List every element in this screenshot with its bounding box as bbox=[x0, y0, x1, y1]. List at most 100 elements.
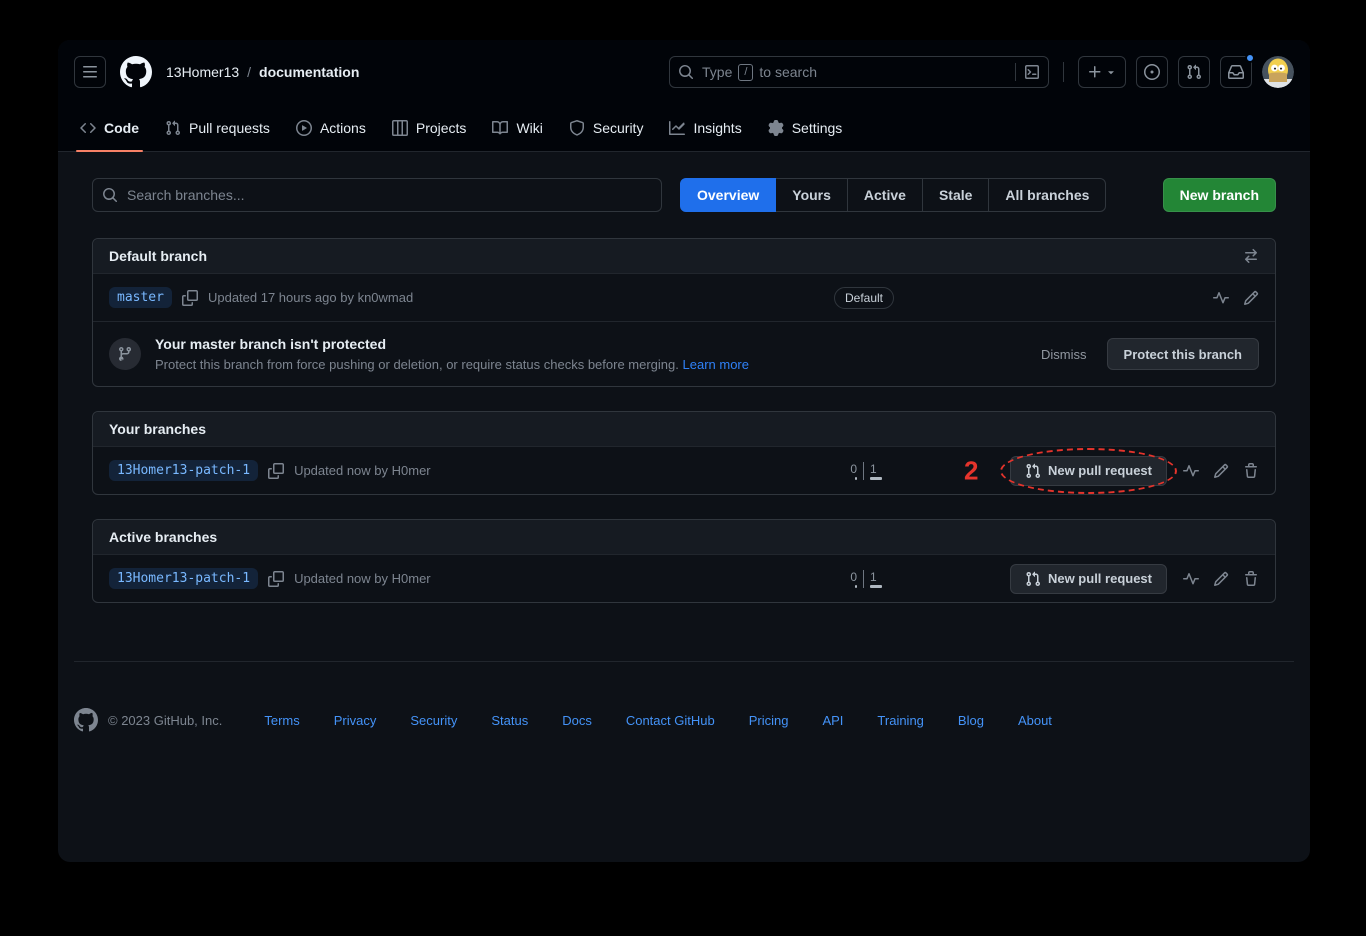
header-divider bbox=[1063, 62, 1064, 82]
rename-branch-button[interactable] bbox=[1213, 463, 1229, 479]
protection-actions: Dismiss Protect this branch bbox=[1041, 338, 1259, 370]
breadcrumb-repo[interactable]: documentation bbox=[259, 64, 359, 80]
delete-branch-button[interactable] bbox=[1243, 571, 1259, 587]
branch-activity-button[interactable] bbox=[1183, 463, 1199, 479]
branch-search-input[interactable] bbox=[92, 178, 662, 212]
copy-branch-name-button[interactable] bbox=[268, 463, 284, 479]
branch-updated-text: Updated now by H0mer bbox=[294, 463, 431, 478]
footer-link-security[interactable]: Security bbox=[410, 713, 457, 728]
branch-name-link[interactable]: 13Homer13-patch-1 bbox=[109, 460, 258, 481]
dismiss-button[interactable]: Dismiss bbox=[1041, 347, 1087, 362]
pencil-icon bbox=[1213, 571, 1229, 587]
delete-branch-button[interactable] bbox=[1243, 463, 1259, 479]
tab-wiki[interactable]: Wiki bbox=[482, 104, 552, 151]
footer-link-pricing[interactable]: Pricing bbox=[749, 713, 789, 728]
tab-security[interactable]: Security bbox=[559, 104, 654, 151]
branch-info: 13Homer13-patch-1 Updated now by H0mer bbox=[109, 460, 739, 481]
footer-link-terms[interactable]: Terms bbox=[264, 713, 299, 728]
tab-projects[interactable]: Projects bbox=[382, 104, 477, 151]
command-palette-icon[interactable] bbox=[1024, 64, 1040, 80]
branch-search bbox=[92, 178, 662, 212]
filter-all-branches[interactable]: All branches bbox=[988, 178, 1106, 212]
default-branch-card: Default branch master Updated 17 hours a… bbox=[92, 238, 1276, 387]
breadcrumb-owner[interactable]: 13Homer13 bbox=[166, 64, 239, 80]
new-pull-request-wrap: New pull request bbox=[1010, 564, 1167, 594]
copy-branch-name-button[interactable] bbox=[268, 571, 284, 587]
create-new-button[interactable] bbox=[1078, 56, 1126, 88]
footer-link-privacy[interactable]: Privacy bbox=[334, 713, 377, 728]
switch-default-branch-button[interactable] bbox=[1243, 248, 1259, 264]
issues-button[interactable] bbox=[1136, 56, 1168, 88]
github-footer-logo-icon bbox=[74, 708, 98, 732]
graph-icon bbox=[669, 120, 685, 136]
footer-link-status[interactable]: Status bbox=[491, 713, 528, 728]
footer-link-about[interactable]: About bbox=[1018, 713, 1052, 728]
tab-code[interactable]: Code bbox=[70, 104, 149, 151]
pencil-icon bbox=[1213, 463, 1229, 479]
branch-name-link[interactable]: 13Homer13-patch-1 bbox=[109, 568, 258, 589]
footer-link-docs[interactable]: Docs bbox=[562, 713, 592, 728]
pulse-icon bbox=[1213, 290, 1229, 306]
ahead-behind-counter[interactable]: 0 1 bbox=[836, 462, 892, 480]
ahead-count: 1 bbox=[870, 462, 877, 476]
github-logo-icon[interactable] bbox=[120, 56, 152, 88]
branch-actions-cell bbox=[989, 290, 1259, 306]
footer-link-training[interactable]: Training bbox=[877, 713, 923, 728]
footer-link-api[interactable]: API bbox=[822, 713, 843, 728]
github-window: 13Homer13 / documentation Type / to sear… bbox=[58, 40, 1310, 862]
card-title: Your branches bbox=[109, 421, 206, 437]
learn-more-link[interactable]: Learn more bbox=[683, 357, 749, 372]
rename-branch-button[interactable] bbox=[1243, 290, 1259, 306]
protection-icon-circle bbox=[109, 338, 141, 370]
protection-description: Protect this branch from force pushing o… bbox=[155, 357, 679, 372]
hamburger-menu-button[interactable] bbox=[74, 56, 106, 88]
inbox-button[interactable] bbox=[1220, 56, 1252, 88]
your-branches-card: Your branches 13Homer13-patch-1 Updated … bbox=[92, 411, 1276, 495]
global-search-input[interactable]: Type / to search bbox=[669, 56, 1049, 88]
branch-row: master Updated 17 hours ago by kn0wmad D… bbox=[93, 273, 1275, 321]
filter-yours[interactable]: Yours bbox=[775, 178, 848, 212]
search-icon bbox=[678, 64, 694, 80]
filter-overview[interactable]: Overview bbox=[680, 178, 776, 212]
branch-info: 13Homer13-patch-1 Updated now by H0mer bbox=[109, 568, 739, 589]
arrow-switch-icon bbox=[1243, 248, 1259, 264]
new-pull-request-button[interactable]: New pull request bbox=[1010, 456, 1167, 486]
git-branch-icon bbox=[117, 346, 133, 362]
filter-active[interactable]: Active bbox=[847, 178, 923, 212]
branch-activity-button[interactable] bbox=[1183, 571, 1199, 587]
tab-actions[interactable]: Actions bbox=[286, 104, 376, 151]
rename-branch-button[interactable] bbox=[1213, 571, 1229, 587]
avatar[interactable] bbox=[1262, 56, 1294, 88]
tab-settings[interactable]: Settings bbox=[758, 104, 853, 151]
branch-actions-cell: 2 New pull request bbox=[989, 456, 1259, 486]
card-header: Active branches bbox=[93, 520, 1275, 554]
book-icon bbox=[492, 120, 508, 136]
protect-this-branch-button[interactable]: Protect this branch bbox=[1107, 338, 1259, 370]
tab-insights[interactable]: Insights bbox=[659, 104, 751, 151]
gear-icon bbox=[768, 120, 784, 136]
footer-links: Terms Privacy Security Status Docs Conta… bbox=[264, 713, 1052, 728]
protection-text: Your master branch isn't protected Prote… bbox=[155, 336, 1027, 372]
row-actions bbox=[1183, 463, 1259, 479]
new-branch-button[interactable]: New branch bbox=[1163, 178, 1276, 212]
footer: © 2023 GitHub, Inc. Terms Privacy Securi… bbox=[74, 661, 1294, 772]
copy-icon bbox=[268, 571, 284, 587]
ahead-behind-counter[interactable]: 0 1 bbox=[836, 570, 892, 588]
tab-pull-requests[interactable]: Pull requests bbox=[155, 104, 280, 151]
pull-requests-button[interactable] bbox=[1178, 56, 1210, 88]
ahead-bar bbox=[870, 477, 882, 480]
behind-count: 0 bbox=[850, 462, 857, 476]
new-pull-request-button[interactable]: New pull request bbox=[1010, 564, 1167, 594]
branch-activity-button[interactable] bbox=[1213, 290, 1229, 306]
footer-link-contact-github[interactable]: Contact GitHub bbox=[626, 713, 715, 728]
behind-bar bbox=[855, 477, 857, 480]
search-box-divider bbox=[1015, 63, 1016, 81]
branch-name-link[interactable]: master bbox=[109, 287, 172, 308]
behind-count: 0 bbox=[850, 570, 857, 584]
tab-label: Pull requests bbox=[189, 120, 270, 136]
footer-link-blog[interactable]: Blog bbox=[958, 713, 984, 728]
filter-stale[interactable]: Stale bbox=[922, 178, 989, 212]
tab-label: Actions bbox=[320, 120, 366, 136]
card-title: Default branch bbox=[109, 248, 207, 264]
copy-branch-name-button[interactable] bbox=[182, 290, 198, 306]
